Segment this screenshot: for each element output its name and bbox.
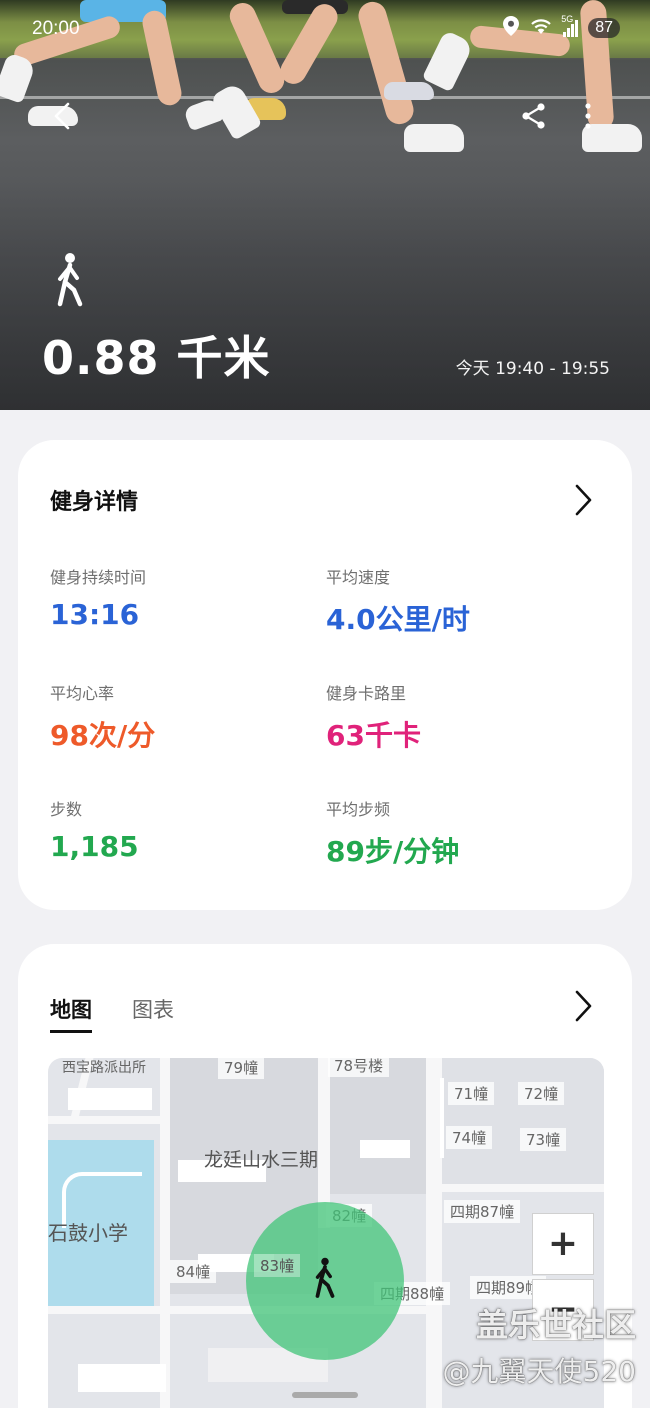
hero-photo-runner <box>384 82 434 100</box>
metric-calories: 健身卡路里 63千卡 <box>326 680 586 754</box>
map-label: 四期87幢 <box>444 1200 521 1223</box>
map-road <box>160 1058 170 1408</box>
battery-indicator: 87 <box>588 18 620 38</box>
zoom-in-button[interactable]: + <box>532 1213 594 1275</box>
hero-banner: 20:00 5G 87 0.88 千米 今天 19:40 - 19:55 <box>0 0 650 410</box>
map-label: 74幢 <box>446 1126 493 1149</box>
metric-duration: 健身持续时间 13:16 <box>50 564 310 631</box>
network-type: 5G <box>561 13 574 24</box>
map-label: 72幢 <box>518 1082 565 1105</box>
metric-steps: 步数 1,185 <box>50 796 310 863</box>
location-marker: 83幢 <box>246 1202 404 1360</box>
view-tabs: 地图 图表 <box>50 994 174 1033</box>
metric-avg-speed: 平均速度 4.0公里/时 <box>326 564 586 638</box>
map-label: 71幢 <box>448 1082 495 1105</box>
plus-icon: + <box>547 1223 579 1264</box>
walking-icon <box>50 252 90 312</box>
map-block <box>442 1058 604 1186</box>
map-school-label: 石鼓小学 <box>48 1221 128 1245</box>
back-button[interactable] <box>44 100 80 136</box>
watermark-author: @九翼天使520 <box>442 1355 636 1388</box>
distance-value: 0.88 千米 <box>42 331 271 385</box>
more-vertical-icon <box>584 102 592 134</box>
map-area-label: 龙廷山水三期 <box>204 1149 319 1171</box>
time-range: 今天 19:40 - 19:55 <box>455 359 610 379</box>
map-label: 73幢 <box>520 1128 567 1151</box>
signal-icon: 5G <box>561 14 579 37</box>
status-bar: 20:00 5G 87 <box>0 0 650 60</box>
map-label: 84幢 <box>170 1260 217 1283</box>
watermark-title: 盖乐世社区 <box>475 1306 636 1344</box>
tab-map[interactable]: 地图 <box>50 994 92 1033</box>
status-time: 20:00 <box>32 18 80 39</box>
hero-photo-road-line <box>0 96 650 99</box>
metric-label: 平均速度 <box>326 568 391 587</box>
metric-label: 健身持续时间 <box>50 568 147 587</box>
chevron-right-icon[interactable] <box>570 988 596 1024</box>
map-road <box>48 1116 170 1124</box>
card-title: 健身详情 <box>50 490 139 515</box>
metric-label: 步数 <box>50 800 83 819</box>
home-indicator[interactable] <box>292 1392 358 1398</box>
metric-cadence: 平均步频 89步/分钟 <box>326 796 586 870</box>
metric-label: 平均心率 <box>50 684 115 703</box>
hero-photo-runner <box>209 81 263 141</box>
map-building <box>78 1364 166 1392</box>
map-building <box>360 1140 410 1158</box>
walking-icon <box>310 1254 340 1306</box>
metric-value: 63千卡 <box>326 719 421 752</box>
metric-label: 平均步频 <box>326 800 391 819</box>
map-label: 西宝路派出所 <box>62 1060 146 1076</box>
share-button[interactable] <box>516 100 552 136</box>
wifi-icon <box>529 16 553 40</box>
map-road <box>442 1184 604 1192</box>
map-block <box>330 1058 426 1194</box>
tab-chart[interactable]: 图表 <box>132 994 174 1033</box>
metric-value: 98次/分 <box>50 719 156 752</box>
more-button[interactable] <box>570 100 606 136</box>
back-arrow-icon <box>52 101 72 135</box>
map-label: 78号楼 <box>328 1058 390 1077</box>
metric-value: 89步/分钟 <box>326 835 460 868</box>
map-label: 83幢 <box>254 1254 301 1277</box>
fitness-details-card: 健身详情 健身持续时间 13:16 平均速度 4.0公里/时 平均心率 98次/… <box>18 440 632 910</box>
map-road <box>440 1078 444 1158</box>
map-label: 79幢 <box>218 1058 265 1079</box>
chevron-right-icon[interactable] <box>570 482 596 518</box>
metric-value: 1,185 <box>50 830 139 863</box>
metric-value: 4.0公里/时 <box>326 603 470 636</box>
share-icon <box>520 102 548 134</box>
metric-label: 健身卡路里 <box>326 684 407 703</box>
location-icon <box>503 16 520 40</box>
status-icons: 5G 87 <box>503 14 620 40</box>
metric-avg-heart-rate: 平均心率 98次/分 <box>50 680 310 754</box>
hero-photo-runner <box>404 124 464 152</box>
metric-value: 13:16 <box>50 598 140 631</box>
map-building <box>68 1088 152 1110</box>
